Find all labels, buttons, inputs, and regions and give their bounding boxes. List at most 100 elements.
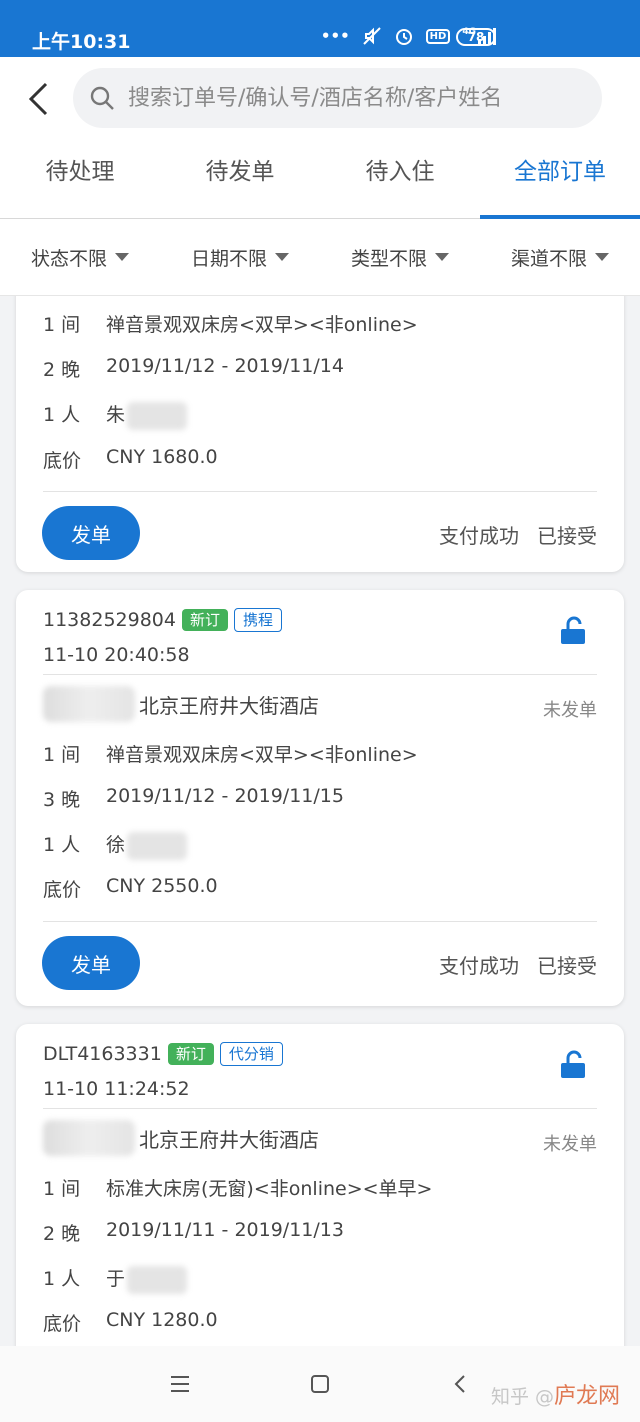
room-row: 1 间 标准大床房(无窗)<非online><单早> — [43, 1174, 432, 1201]
guests-row: 1 人 朱 — [43, 400, 188, 430]
status-time: 上午10:31 — [32, 31, 131, 53]
unlock-icon[interactable] — [558, 1050, 588, 1080]
more-dots-icon: ••• — [320, 27, 350, 45]
room-count: 1 间 — [43, 744, 81, 766]
filter-status[interactable]: 状态不限 — [0, 219, 160, 295]
order-status: 支付成功 已接受 — [439, 520, 597, 549]
hd-icon: HD — [425, 28, 451, 44]
guest-surname: 徐 — [106, 834, 126, 856]
guest-count: 1 人 — [43, 404, 81, 426]
unlock-icon[interactable] — [558, 616, 588, 646]
filter-type[interactable]: 类型不限 — [320, 219, 480, 295]
hotel-row: 北京王府井大街酒店 — [43, 1120, 319, 1156]
filter-date-label: 日期不限 — [190, 247, 267, 270]
guests-row: 1 人 徐 — [43, 830, 188, 860]
divider — [43, 1108, 597, 1109]
order-time: 11-10 20:40:58 — [43, 644, 190, 666]
room-type: 禅音景观双床房<双早><非online> — [106, 744, 418, 766]
status-bar: 上午10:31 ••• HD 4G 78 — [0, 0, 640, 57]
guest-surname: 朱 — [106, 404, 126, 426]
back-button[interactable] — [18, 77, 58, 121]
payment-status: 支付成功 — [439, 524, 519, 548]
send-order-button[interactable]: 发单 — [42, 936, 140, 990]
order-number-row: DLT4163331 新订 代分销 — [43, 1042, 283, 1066]
order-number: 11382529804 — [43, 609, 176, 631]
menu-icon — [171, 1376, 189, 1392]
nights-row: 2 晚 2019/11/11 - 2019/11/13 — [43, 1219, 344, 1246]
hotel-name: 北京王府井大街酒店 — [139, 693, 319, 718]
watermark: 知乎 @庐龙网 — [491, 1378, 620, 1410]
order-time: 11-10 11:24:52 — [43, 1078, 190, 1100]
guest-name: 徐 — [106, 830, 188, 860]
alarm-icon — [395, 29, 412, 45]
room-row: 1 间 禅音景观双床房<双早><非online> — [43, 310, 418, 337]
order-card[interactable]: 11382529804 新订 携程 11-10 20:40:58 北京王府井大街… — [16, 590, 624, 1006]
payment-status: 支付成功 — [439, 954, 519, 978]
room-count: 1 间 — [43, 1178, 81, 1200]
tab-bar: 待处理 待发单 待入住 全部订单 — [0, 149, 640, 219]
badge-new-order: 新订 — [167, 1043, 214, 1065]
badge-channel: 携程 — [234, 608, 283, 632]
square-home-icon — [311, 1375, 329, 1393]
guest-name: 于 — [106, 1264, 188, 1294]
send-status: 未发单 — [543, 1134, 597, 1155]
accept-status: 已接受 — [537, 524, 597, 548]
search-input[interactable] — [128, 85, 598, 111]
price-row: 底价 CNY 2550.0 — [43, 875, 218, 902]
room-type: 禅音景观双床房<双早><非online> — [106, 314, 418, 336]
filter-status-label: 状态不限 — [30, 247, 107, 270]
divider — [43, 674, 597, 675]
redacted-blur — [43, 1120, 135, 1156]
watermark-source: 知乎 @ — [490, 1386, 554, 1408]
order-card[interactable]: DLT4163331 新订 代分销 11-10 11:24:52 北京王府井大街… — [16, 1024, 624, 1346]
menu-button[interactable] — [160, 1364, 200, 1404]
guests-row: 1 人 于 — [43, 1264, 188, 1294]
hotel-name: 北京王府井大街酒店 — [139, 1127, 319, 1152]
search-box[interactable] — [73, 68, 602, 128]
filter-date[interactable]: 日期不限 — [160, 219, 320, 295]
price-value: CNY 2550.0 — [106, 875, 218, 897]
back-arrow-icon — [454, 1375, 465, 1393]
guest-count: 1 人 — [43, 834, 81, 856]
price-value: CNY 1280.0 — [106, 1309, 218, 1331]
price-row: 底价 CNY 1680.0 — [43, 446, 218, 473]
price-label: 底价 — [43, 450, 82, 472]
order-list: 1 间禅音景观双床房<双早><非online> 2 晚 2019/11/12 - … — [0, 296, 640, 1346]
caret-down-icon — [595, 253, 609, 261]
filter-channel[interactable]: 渠道不限 — [480, 219, 640, 295]
tab-pending[interactable]: 待处理 — [0, 149, 160, 218]
header: 待处理 待发单 待入住 全部订单 — [0, 57, 640, 219]
price-row: 底价 CNY 1280.0 — [43, 1309, 218, 1336]
tab-all-orders[interactable]: 全部订单 — [480, 149, 640, 219]
room-count: 1 间 — [43, 314, 81, 336]
tab-to-checkin[interactable]: 待入住 — [320, 149, 480, 218]
redacted-blur — [127, 1265, 188, 1294]
back-nav-button[interactable] — [440, 1364, 480, 1404]
room-type: 标准大床房(无窗)<非online><单早> — [106, 1178, 433, 1200]
guest-name: 朱 — [106, 400, 188, 430]
mute-icon — [362, 27, 381, 45]
watermark-site: 庐龙网 — [553, 1384, 620, 1409]
redacted-blur — [43, 686, 135, 722]
divider — [43, 491, 597, 492]
caret-down-icon — [115, 253, 129, 261]
order-card[interactable]: 1 间 禅音景观双床房<双早><非online> 2 晚 2019/11/12 - … — [16, 296, 624, 572]
order-number-row: 11382529804 新订 携程 — [43, 608, 283, 632]
tab-to-send[interactable]: 待发单 — [160, 149, 320, 218]
send-order-button[interactable]: 发单 — [42, 506, 140, 560]
send-status: 未发单 — [543, 700, 597, 721]
nights-row: 2 晚 2019/11/12 - 2019/11/14 — [43, 355, 344, 382]
redacted-blur — [127, 401, 188, 430]
stay-dates: 2019/11/12 - 2019/11/15 — [106, 785, 344, 807]
price-label: 底价 — [43, 879, 82, 901]
caret-down-icon — [435, 253, 449, 261]
home-button[interactable] — [300, 1364, 340, 1404]
guest-count: 1 人 — [43, 1268, 81, 1290]
nights-count: 2 晚 — [43, 359, 81, 381]
badge-new-order: 新订 — [181, 609, 228, 631]
filter-channel-label: 渠道不限 — [510, 247, 587, 270]
guest-surname: 于 — [106, 1268, 126, 1290]
redacted-blur — [127, 831, 188, 860]
caret-down-icon — [275, 253, 289, 261]
order-number: DLT4163331 — [43, 1043, 162, 1065]
